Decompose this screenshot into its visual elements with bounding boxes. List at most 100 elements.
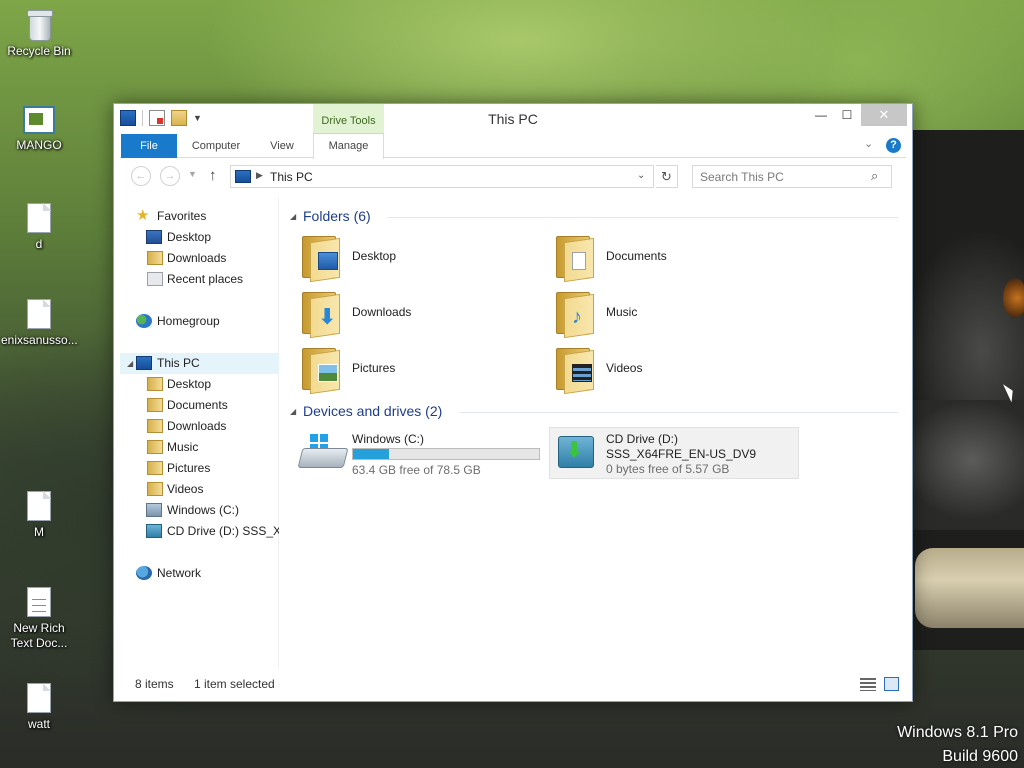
- tab-view[interactable]: View: [254, 134, 310, 158]
- folder-tile-music[interactable]: ♪ Music: [554, 288, 804, 339]
- status-item-count: 8 items: [135, 677, 174, 691]
- music-folder-icon: ♪: [554, 290, 598, 339]
- folders-group-header[interactable]: ◢ Folders (6): [290, 208, 898, 228]
- drive-free-space: 63.4 GB free of 78.5 GB: [352, 463, 481, 477]
- desktop-icon-label: enixsanusso...: [1, 333, 78, 347]
- folder-tile-videos[interactable]: Videos: [554, 344, 804, 395]
- nav-item-pc-music[interactable]: Music: [120, 437, 279, 458]
- nav-item-pc-videos[interactable]: Videos: [120, 479, 279, 500]
- nav-label: Videos: [167, 482, 204, 496]
- nav-item-pc-pictures[interactable]: Pictures: [120, 458, 279, 479]
- desktop-icon-watt[interactable]: watt: [1, 683, 77, 732]
- folder-icon: [147, 377, 163, 391]
- address-bar[interactable]: ▶ This PC ⌄: [230, 165, 654, 188]
- tab-file[interactable]: File: [121, 134, 177, 158]
- forward-button[interactable]: →: [160, 166, 180, 186]
- nav-item-downloads[interactable]: Downloads: [120, 248, 279, 269]
- cd-drive-icon: [146, 524, 162, 538]
- desktop-icon-enixsanusso[interactable]: enixsanusso...: [1, 299, 78, 348]
- star-icon: ★: [136, 207, 150, 224]
- desktop-icon-label: d: [35, 237, 43, 251]
- rich-text-document-icon: [27, 587, 51, 617]
- folder-tile-downloads[interactable]: ⬇ Downloads: [300, 288, 550, 339]
- desktop-icon-d[interactable]: d: [1, 203, 77, 252]
- address-row: ← → ▼ ↑ ▶ This PC ⌄ ↻ Search This PC ⌕: [120, 162, 906, 190]
- drive-tile-cd-d[interactable]: ⬇ CD Drive (D:) SSS_X64FRE_EN-US_DV9 0 b…: [549, 427, 799, 479]
- desktop-icon-new-rich-text-doc[interactable]: New Rich Text Doc...: [1, 587, 77, 651]
- nav-label: Downloads: [167, 251, 227, 265]
- minimize-button[interactable]: —: [810, 104, 832, 126]
- nav-item-pc-desktop[interactable]: Desktop: [120, 374, 279, 395]
- nav-label: Favorites: [157, 209, 207, 223]
- nav-item-recent-places[interactable]: Recent places: [120, 269, 279, 290]
- title-bar[interactable]: ▼ Drive Tools This PC — ☐ ✕: [114, 104, 912, 134]
- nav-item-pc-documents[interactable]: Documents: [120, 395, 279, 416]
- document-icon: [27, 683, 51, 713]
- nav-item-this-pc[interactable]: ◢ This PC: [120, 353, 279, 374]
- devices-group-header[interactable]: ◢ Devices and drives (2): [290, 403, 898, 423]
- expand-ribbon-chevron-icon[interactable]: ⌄: [864, 137, 873, 150]
- folder-icon: [147, 440, 163, 454]
- document-icon: [27, 203, 51, 233]
- folder-icon: [147, 251, 163, 265]
- file-explorer-window: ▼ Drive Tools This PC — ☐ ✕ File Compute…: [113, 103, 913, 702]
- help-icon[interactable]: ?: [886, 138, 901, 153]
- nav-item-network[interactable]: Network: [120, 563, 279, 584]
- status-selection: 1 item selected: [194, 677, 275, 691]
- tab-manage[interactable]: Manage: [313, 134, 384, 159]
- drive-tile-windows-c[interactable]: Windows (C:) 63.4 GB free of 78.5 GB: [297, 428, 548, 480]
- drive-free-space: 0 bytes free of 5.57 GB: [606, 462, 730, 476]
- navigation-pane: ★ Favorites Desktop Downloads Recent pla…: [120, 198, 279, 668]
- nav-label: Recent places: [167, 272, 244, 286]
- window-title: This PC: [488, 111, 538, 127]
- nav-label: Windows (C:): [167, 503, 240, 517]
- collapse-chevron-icon[interactable]: ◢: [290, 212, 296, 221]
- nav-item-pc-downloads[interactable]: Downloads: [120, 416, 279, 437]
- folder-tile-pictures[interactable]: Pictures: [300, 344, 550, 395]
- downloads-folder-icon: ⬇: [300, 290, 344, 339]
- nav-label: Homegroup: [157, 314, 220, 328]
- recent-places-icon: [147, 272, 163, 286]
- maximize-button[interactable]: ☐: [836, 104, 858, 126]
- nav-item-favorites[interactable]: ★ Favorites: [120, 206, 279, 227]
- nav-item-cd-drive-d[interactable]: CD Drive (D:) SSS_X6: [120, 521, 279, 542]
- devices-group-title: Devices and drives (2): [303, 403, 443, 419]
- folder-icon: [147, 419, 163, 433]
- wallpaper-monkey-teeth: [915, 548, 1024, 628]
- nav-item-desktop[interactable]: Desktop: [120, 227, 279, 248]
- folder-label: Documents: [606, 249, 667, 263]
- nav-item-homegroup[interactable]: Homegroup: [120, 311, 279, 332]
- up-button[interactable]: ↑: [209, 167, 217, 184]
- folders-group-title: Folders (6): [303, 208, 371, 224]
- search-icon[interactable]: ⌕: [871, 168, 878, 184]
- desktop-icon-recycle-bin[interactable]: Recycle Bin: [1, 8, 77, 59]
- wallpaper-monkey-nose: [912, 400, 1024, 530]
- refresh-button[interactable]: ↻: [656, 165, 678, 188]
- folder-icon: [147, 461, 163, 475]
- wallpaper-monkey-eye: [1003, 278, 1024, 318]
- folder-tile-desktop[interactable]: Desktop: [300, 232, 550, 283]
- back-button[interactable]: ←: [131, 166, 151, 186]
- expand-chevron-icon[interactable]: ◢: [127, 353, 133, 374]
- search-input[interactable]: Search This PC ⌕: [692, 165, 892, 188]
- address-history-chevron-icon[interactable]: ⌄: [637, 170, 645, 181]
- recent-locations-chevron-icon[interactable]: ▼: [188, 169, 197, 179]
- details-view-icon[interactable]: [860, 678, 876, 691]
- close-button[interactable]: ✕: [861, 104, 907, 126]
- folder-label: Pictures: [352, 361, 396, 375]
- nav-label: CD Drive (D:) SSS_X6: [167, 524, 279, 538]
- folder-label: Music: [606, 305, 638, 319]
- large-icons-view-icon[interactable]: [884, 677, 899, 691]
- folder-tile-documents[interactable]: Documents: [554, 232, 804, 283]
- desktop-icon-m[interactable]: M: [1, 491, 77, 540]
- breadcrumb-this-pc[interactable]: This PC: [270, 170, 313, 184]
- windows-build-watermark: Build 9600: [942, 748, 1018, 765]
- breadcrumb-chevron-icon[interactable]: ▶: [256, 170, 263, 181]
- desktop-icon-mango[interactable]: MANGO: [1, 106, 77, 153]
- collapse-chevron-icon[interactable]: ◢: [290, 407, 296, 416]
- homegroup-icon: [136, 314, 152, 328]
- nav-item-windows-c[interactable]: Windows (C:): [120, 500, 279, 521]
- nav-label: Pictures: [167, 461, 211, 475]
- tab-computer[interactable]: Computer: [180, 134, 252, 158]
- nav-label: Network: [157, 566, 202, 580]
